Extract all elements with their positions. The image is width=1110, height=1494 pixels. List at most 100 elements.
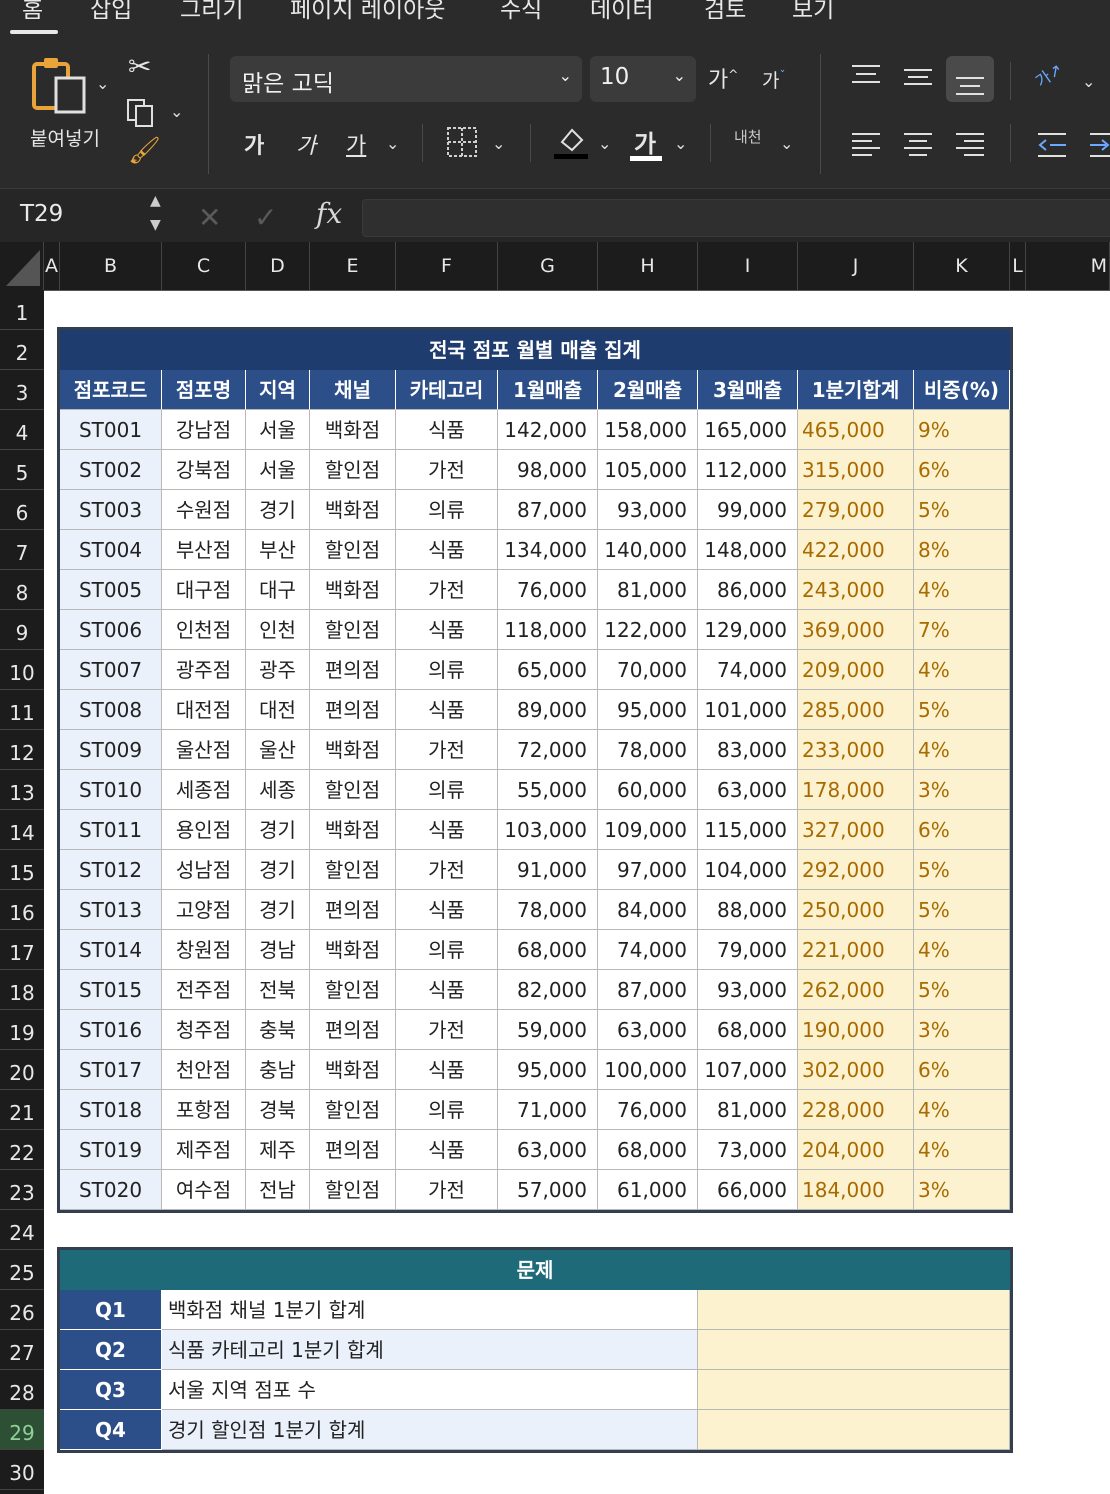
table-cell[interactable]: 86,000 (698, 570, 798, 610)
table-cell[interactable]: 99,000 (698, 490, 798, 530)
table-cell[interactable]: 대전점 (162, 690, 246, 730)
table-cell[interactable]: 68,000 (598, 1130, 698, 1170)
table-cell[interactable]: 가전 (396, 570, 498, 610)
table-cell[interactable]: 할인점 (310, 770, 396, 810)
row-header-21[interactable]: 21 (0, 1090, 44, 1130)
table-cell[interactable]: 경기 (246, 850, 310, 890)
answer-input-cell[interactable] (698, 1370, 1010, 1410)
row-header-3[interactable]: 3 (0, 370, 44, 410)
table-cell[interactable]: 112,000 (698, 450, 798, 490)
table-cell[interactable]: 의류 (396, 1090, 498, 1130)
row-header-22[interactable]: 22 (0, 1130, 44, 1170)
store-code-cell[interactable]: ST012 (60, 850, 162, 890)
table-cell[interactable]: 백화점 (310, 810, 396, 850)
table-cell[interactable]: 8% (914, 530, 1010, 570)
column-header-L[interactable]: L (1010, 242, 1026, 290)
row-header-11[interactable]: 11 (0, 690, 44, 730)
table-cell[interactable]: 71,000 (498, 1090, 598, 1130)
table-cell[interactable]: 식품 (396, 810, 498, 850)
tab-review[interactable]: 검토 (704, 0, 746, 24)
question-id-cell[interactable]: Q2 (60, 1330, 162, 1370)
table-cell[interactable]: 129,000 (698, 610, 798, 650)
table-cell[interactable]: 103,000 (498, 810, 598, 850)
row-header-23[interactable]: 23 (0, 1170, 44, 1210)
row-header-19[interactable]: 19 (0, 1010, 44, 1050)
table-cell[interactable]: 할인점 (310, 1170, 396, 1210)
table-cell[interactable]: 식품 (396, 970, 498, 1010)
row-header-28[interactable]: 28 (0, 1370, 44, 1410)
table-cell[interactable]: 243,000 (798, 570, 914, 610)
phonetic-button[interactable]: 내천 (734, 126, 762, 147)
table-cell[interactable]: 76,000 (598, 1090, 698, 1130)
table-cell[interactable]: 의류 (396, 490, 498, 530)
table-header-cell[interactable]: 2월매출 (598, 370, 698, 410)
decrease-font-button[interactable]: 가ˇ (762, 66, 785, 93)
table-cell[interactable]: 98,000 (498, 450, 598, 490)
table-cell[interactable]: 104,000 (698, 850, 798, 890)
table-cell[interactable]: 강북점 (162, 450, 246, 490)
table-cell[interactable]: 72,000 (498, 730, 598, 770)
store-code-cell[interactable]: ST006 (60, 610, 162, 650)
table-cell[interactable]: 101,000 (698, 690, 798, 730)
table-cell[interactable]: 63,000 (598, 1010, 698, 1050)
row-header-30[interactable]: 30 (0, 1450, 44, 1490)
align-left-icon[interactable] (850, 132, 882, 158)
increase-indent-icon[interactable] (1088, 132, 1110, 158)
table-cell[interactable]: 대구점 (162, 570, 246, 610)
row-header-13[interactable]: 13 (0, 770, 44, 810)
table-cell[interactable]: 91,000 (498, 850, 598, 890)
column-header-E[interactable]: E (310, 242, 396, 290)
table-header-cell[interactable]: 채널 (310, 370, 396, 410)
question-id-cell[interactable]: Q3 (60, 1370, 162, 1410)
table-cell[interactable]: 식품 (396, 410, 498, 450)
table-cell[interactable]: 158,000 (598, 410, 698, 450)
table-cell[interactable]: 204,000 (798, 1130, 914, 1170)
table-cell[interactable]: 4% (914, 1090, 1010, 1130)
table-cell[interactable]: 70,000 (598, 650, 698, 690)
store-code-cell[interactable]: ST005 (60, 570, 162, 610)
table-cell[interactable]: 전북 (246, 970, 310, 1010)
table-cell[interactable]: 4% (914, 570, 1010, 610)
row-header-15[interactable]: 15 (0, 850, 44, 890)
table-cell[interactable]: 178,000 (798, 770, 914, 810)
table-cell[interactable]: 89,000 (498, 690, 598, 730)
store-code-cell[interactable]: ST019 (60, 1130, 162, 1170)
question-text-cell[interactable]: 경기 할인점 1분기 합계 (162, 1410, 698, 1450)
table-cell[interactable]: 315,000 (798, 450, 914, 490)
table-cell[interactable]: 9% (914, 410, 1010, 450)
row-header-4[interactable]: 4 (0, 410, 44, 450)
table-cell[interactable]: 편의점 (310, 650, 396, 690)
table-cell[interactable]: 식품 (396, 610, 498, 650)
table-cell[interactable]: 식품 (396, 1050, 498, 1090)
store-code-cell[interactable]: ST013 (60, 890, 162, 930)
answer-input-cell[interactable] (698, 1290, 1010, 1330)
select-all-corner[interactable] (0, 242, 44, 290)
table-header-cell[interactable]: 3월매출 (698, 370, 798, 410)
table-cell[interactable]: 가전 (396, 730, 498, 770)
row-header-14[interactable]: 14 (0, 810, 44, 850)
column-header-J[interactable]: J (798, 242, 914, 290)
name-box-down-icon[interactable]: ▼ (150, 217, 161, 233)
row-header-6[interactable]: 6 (0, 490, 44, 530)
table-cell[interactable]: 285,000 (798, 690, 914, 730)
store-code-cell[interactable]: ST010 (60, 770, 162, 810)
table-cell[interactable]: 109,000 (598, 810, 698, 850)
row-header-10[interactable]: 10 (0, 650, 44, 690)
table-cell[interactable]: 221,000 (798, 930, 914, 970)
table-cell[interactable]: 4% (914, 730, 1010, 770)
table-cell[interactable]: 184,000 (798, 1170, 914, 1210)
paste-chevron-down-icon[interactable]: ⌄ (96, 74, 109, 93)
column-header-D[interactable]: D (246, 242, 310, 290)
table-cell[interactable]: 81,000 (598, 570, 698, 610)
row-header-9[interactable]: 9 (0, 610, 44, 650)
table-cell[interactable]: 여수점 (162, 1170, 246, 1210)
table-cell[interactable]: 76,000 (498, 570, 598, 610)
table-cell[interactable]: 84,000 (598, 890, 698, 930)
store-code-cell[interactable]: ST020 (60, 1170, 162, 1210)
column-header-I[interactable]: I (698, 242, 798, 290)
table-cell[interactable]: 창원점 (162, 930, 246, 970)
table-cell[interactable]: 경기 (246, 490, 310, 530)
row-header-8[interactable]: 8 (0, 570, 44, 610)
table-cell[interactable]: 백화점 (310, 1050, 396, 1090)
table-cell[interactable]: 73,000 (698, 1130, 798, 1170)
